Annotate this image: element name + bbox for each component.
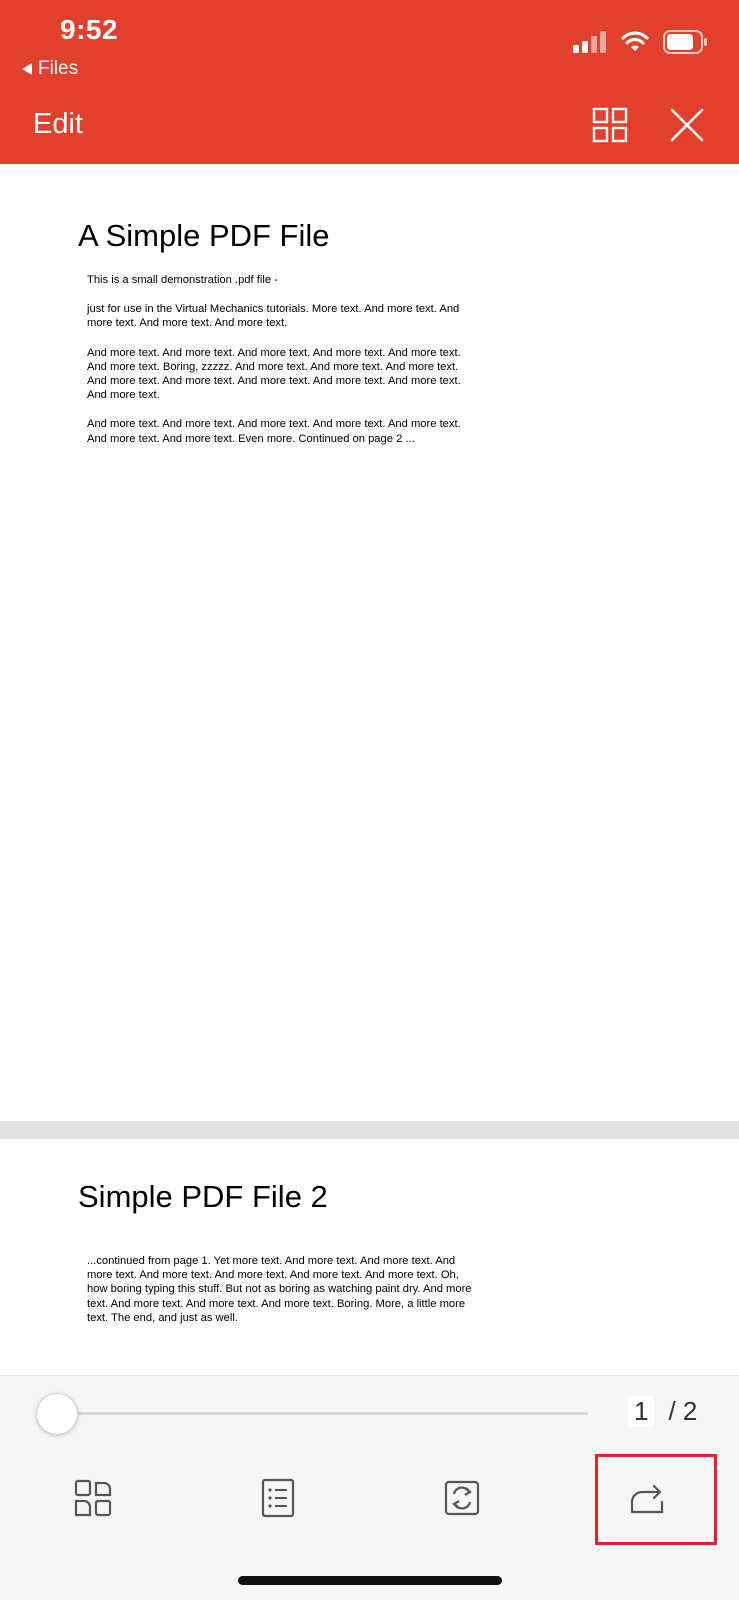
status-icons bbox=[573, 30, 709, 54]
page-separator bbox=[0, 1121, 739, 1139]
total-pages: / 2 bbox=[668, 1396, 698, 1426]
page1-title: A Simple PDF File bbox=[78, 218, 330, 253]
close-icon bbox=[670, 108, 704, 142]
page2-paragraph: ...continued from page 1. Yet more text.… bbox=[87, 1255, 472, 1324]
back-triangle-icon bbox=[22, 63, 32, 75]
grid-view-button[interactable] bbox=[592, 107, 628, 143]
back-to-files-button[interactable]: Files bbox=[22, 58, 78, 80]
back-label: Files bbox=[38, 58, 79, 79]
thumbnails-icon bbox=[74, 1479, 112, 1517]
grid-view-icon bbox=[592, 107, 628, 143]
page1-paragraph: And more text. And more text. And more t… bbox=[87, 418, 461, 445]
signal-icon bbox=[573, 31, 606, 53]
current-page[interactable]: 1 bbox=[628, 1396, 655, 1427]
status-time: 9:52 bbox=[60, 14, 119, 45]
outline-button[interactable] bbox=[256, 1476, 300, 1520]
edit-button[interactable]: Edit bbox=[33, 108, 83, 141]
share-highlight-box bbox=[595, 1454, 717, 1545]
pdf-page-1[interactable]: A Simple PDF File This is a small demons… bbox=[0, 164, 739, 1121]
pdf-page-2[interactable]: Simple PDF File 2 ...continued from page… bbox=[0, 1139, 739, 1375]
battery-icon bbox=[663, 30, 707, 54]
convert-icon bbox=[444, 1480, 480, 1516]
page-counter: 1 / 2 bbox=[628, 1396, 697, 1427]
page1-paragraph: This is a small demonstration .pdf file … bbox=[87, 274, 278, 286]
thumbnails-button[interactable] bbox=[71, 1476, 115, 1520]
page2-body: ...continued from page 1. Yet more text.… bbox=[87, 1254, 477, 1340]
bottom-toolbar: 1 / 2 bbox=[0, 1375, 739, 1600]
page1-paragraph: just for use in the Virtual Mechanics tu… bbox=[87, 303, 460, 330]
home-indicator bbox=[238, 1576, 502, 1585]
wifi-icon bbox=[621, 31, 649, 51]
page-slider-track[interactable] bbox=[58, 1412, 588, 1415]
page1-paragraph: And more text. And more text. And more t… bbox=[87, 346, 461, 402]
page1-body: This is a small demonstration .pdf file … bbox=[87, 273, 477, 461]
outline-list-icon bbox=[261, 1478, 295, 1518]
close-button[interactable] bbox=[669, 107, 705, 143]
app-header: 9:52 Files Edit bbox=[0, 0, 739, 164]
convert-button[interactable] bbox=[440, 1476, 484, 1520]
page2-title: Simple PDF File 2 bbox=[78, 1179, 328, 1214]
page-slider-thumb[interactable] bbox=[36, 1393, 78, 1435]
